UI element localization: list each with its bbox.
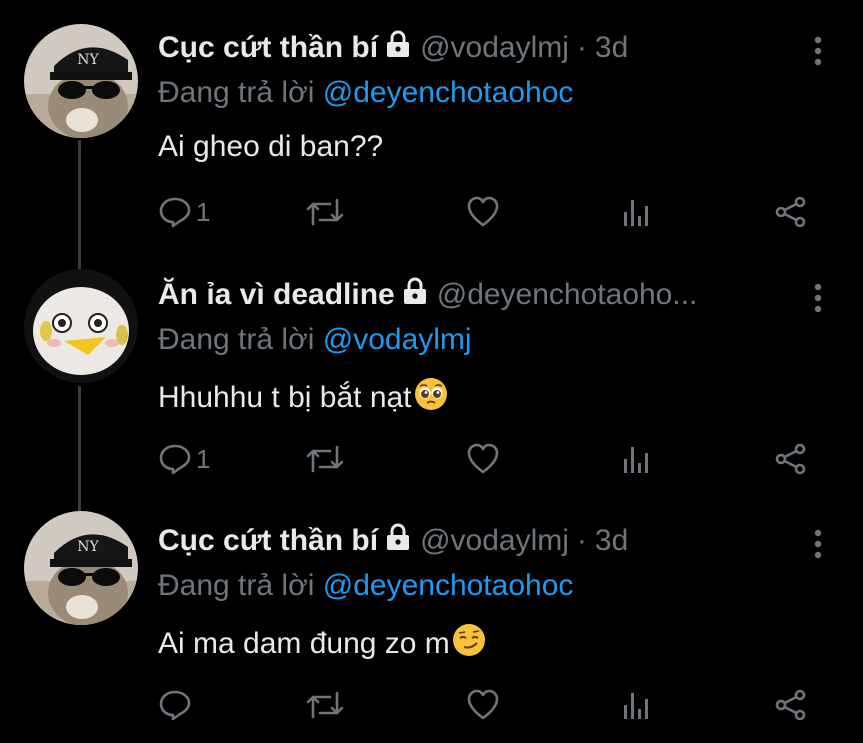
reply-button[interactable]: 1	[158, 196, 210, 228]
display-name[interactable]: Ăn ỉa vì deadline	[158, 278, 395, 312]
reply-icon	[159, 690, 191, 721]
analytics-icon	[624, 447, 648, 473]
share-icon	[775, 689, 806, 721]
share-button[interactable]	[774, 689, 808, 721]
tweet-body: Ai ma dam đung zo m	[158, 627, 450, 660]
lock-icon	[403, 277, 427, 313]
separator-dot: ·	[576, 524, 587, 557]
like-button[interactable]	[466, 443, 500, 475]
reply-button[interactable]	[158, 689, 196, 721]
share-button[interactable]	[774, 443, 808, 475]
cat-sunglasses-avatar-icon: NY	[24, 511, 138, 625]
retweet-icon	[306, 198, 344, 226]
reply-icon	[159, 197, 191, 228]
share-icon	[775, 196, 806, 228]
tweet-text: Hhuhhu t bị bắt nạt	[158, 377, 448, 419]
timestamp[interactable]: 3d	[595, 31, 628, 65]
more-vertical-icon	[814, 529, 822, 559]
reply-prefix: Đang trả lời	[158, 323, 315, 356]
analytics-button[interactable]	[622, 196, 652, 228]
analytics-button[interactable]	[622, 689, 652, 721]
user-handle[interactable]: @vodaylmj	[420, 31, 569, 65]
reply-prefix: Đang trả lời	[158, 569, 315, 602]
analytics-button[interactable]	[622, 443, 652, 475]
analytics-icon	[624, 200, 648, 226]
retweet-button[interactable]	[304, 689, 346, 721]
svg-text:NY: NY	[77, 52, 99, 68]
replying-to: Đang trả lời @deyenchotaohoc	[158, 569, 573, 603]
tweet-text: Ai ma dam đung zo m	[158, 623, 486, 665]
share-icon	[775, 443, 806, 475]
tweet[interactable]: Ăn ỉa vì deadline @deyenchotaoho... Đang…	[0, 247, 863, 490]
avatar[interactable]: NY	[24, 24, 138, 138]
mention-link[interactable]: @deyenchotaohoc	[323, 569, 574, 602]
more-vertical-icon	[814, 283, 822, 313]
user-handle[interactable]: @vodaylmj	[420, 524, 569, 558]
replying-to: Đang trả lời @deyenchotaohoc	[158, 76, 573, 110]
reply-prefix: Đang trả lời	[158, 76, 315, 109]
smirking-face-emoji-icon	[452, 623, 486, 665]
tweet-body: Hhuhhu t bị bắt nạt	[158, 381, 412, 414]
analytics-icon	[624, 693, 648, 719]
heart-icon	[467, 196, 499, 227]
tweet-body: Ai gheo di ban??	[158, 130, 384, 163]
reply-count: 1	[196, 443, 211, 474]
retweet-button[interactable]	[304, 196, 346, 228]
action-bar	[0, 689, 863, 725]
more-options-button[interactable]	[804, 281, 832, 315]
display-name[interactable]: Cục cứt thần bí	[158, 524, 378, 558]
like-button[interactable]	[466, 689, 500, 721]
display-name[interactable]: Cục cứt thần bí	[158, 31, 378, 65]
lock-icon	[386, 523, 410, 559]
action-bar: 1	[0, 443, 863, 479]
mention-link[interactable]: @vodaylmj	[323, 323, 472, 356]
avatar[interactable]: NY	[24, 511, 138, 625]
more-options-button[interactable]	[804, 34, 832, 68]
mention-link[interactable]: @deyenchotaohoc	[323, 76, 574, 109]
lock-icon	[386, 30, 410, 66]
tweet[interactable]: NY Cục cứt thần bí @vodaylmj · 3d Đang t…	[0, 0, 863, 243]
action-bar: 1	[0, 196, 863, 232]
retweet-icon	[306, 445, 344, 473]
retweet-icon	[306, 691, 344, 719]
more-options-button[interactable]	[804, 527, 832, 561]
more-vertical-icon	[814, 36, 822, 66]
pleading-face-emoji-icon	[414, 377, 448, 419]
cat-sunglasses-avatar-icon: NY	[24, 24, 138, 138]
timestamp[interactable]: 3d	[595, 524, 628, 558]
reply-button[interactable]: 1	[158, 443, 210, 475]
tweet-text: Ai gheo di ban??	[158, 130, 383, 164]
duck-avatar-icon	[24, 269, 138, 383]
heart-icon	[467, 689, 499, 720]
retweet-button[interactable]	[304, 443, 346, 475]
replying-to: Đang trả lời @vodaylmj	[158, 323, 472, 357]
svg-text:NY: NY	[77, 539, 99, 555]
heart-icon	[467, 443, 499, 474]
reply-count: 1	[196, 196, 211, 227]
like-button[interactable]	[466, 196, 500, 228]
share-button[interactable]	[774, 196, 808, 228]
tweet[interactable]: NY Cục cứt thần bí @vodaylmj · 3d Đang t…	[0, 493, 863, 736]
avatar[interactable]	[24, 269, 138, 383]
reply-icon	[159, 444, 191, 475]
separator-dot: ·	[576, 31, 587, 64]
user-handle[interactable]: @deyenchotaoho...	[437, 278, 698, 312]
